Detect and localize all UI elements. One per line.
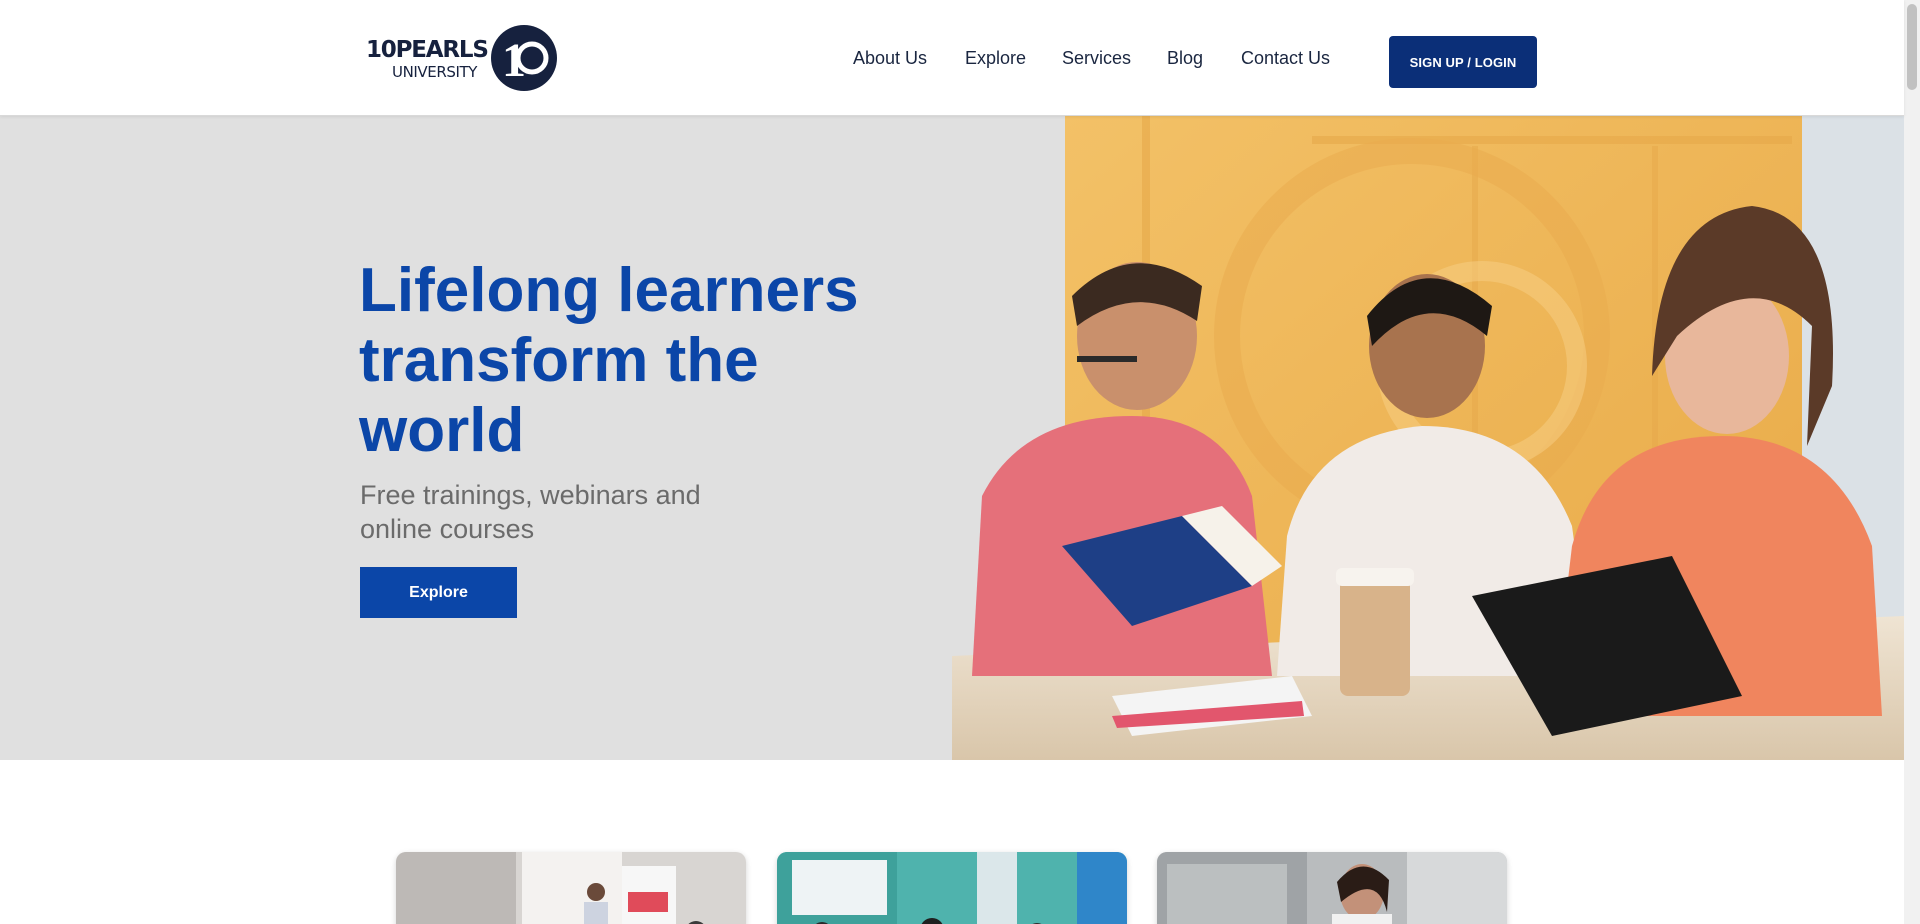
explore-button[interactable]: Explore [360, 567, 517, 618]
classroom-photo-image [777, 852, 1127, 924]
scrollbar-thumb[interactable] [1907, 4, 1917, 90]
nav-services[interactable]: Services [1062, 48, 1131, 69]
training-photo-image [396, 852, 746, 924]
nav-about-us[interactable]: About Us [853, 48, 927, 69]
office-photo-image [1157, 852, 1507, 924]
card-classroom-photo[interactable] [777, 852, 1127, 924]
card-office-photo[interactable] [1157, 852, 1507, 924]
hero-title: Lifelong learners transform the world [359, 256, 859, 465]
card-training-photo[interactable] [396, 852, 746, 924]
signup-login-button[interactable]: SIGN UP / LOGIN [1389, 36, 1537, 88]
nav-explore[interactable]: Explore [965, 48, 1026, 69]
hero-subtitle: Free trainings, webinars and online cour… [360, 480, 701, 544]
featured-cards [0, 760, 1904, 924]
site-logo[interactable]: 10PEARLS UNIVERSITY 1 [366, 24, 561, 92]
page: 10PEARLS UNIVERSITY 1 About Us Explore S… [0, 0, 1920, 924]
logo-subtitle: UNIVERSITY [392, 63, 478, 81]
logo-wordmark: 10PEARLS [366, 37, 489, 63]
logo-mark-icon: 1 [491, 25, 557, 91]
hero-banner: Lifelong learners transform the world Fr… [0, 116, 1904, 760]
nav-blog[interactable]: Blog [1167, 48, 1203, 69]
hero-students-image [952, 116, 1904, 760]
site-header: 10PEARLS UNIVERSITY 1 About Us Explore S… [0, 0, 1904, 116]
nav-contact-us[interactable]: Contact Us [1241, 48, 1330, 69]
page-scrollbar[interactable] [1904, 0, 1920, 924]
svg-text:1: 1 [502, 34, 526, 87]
